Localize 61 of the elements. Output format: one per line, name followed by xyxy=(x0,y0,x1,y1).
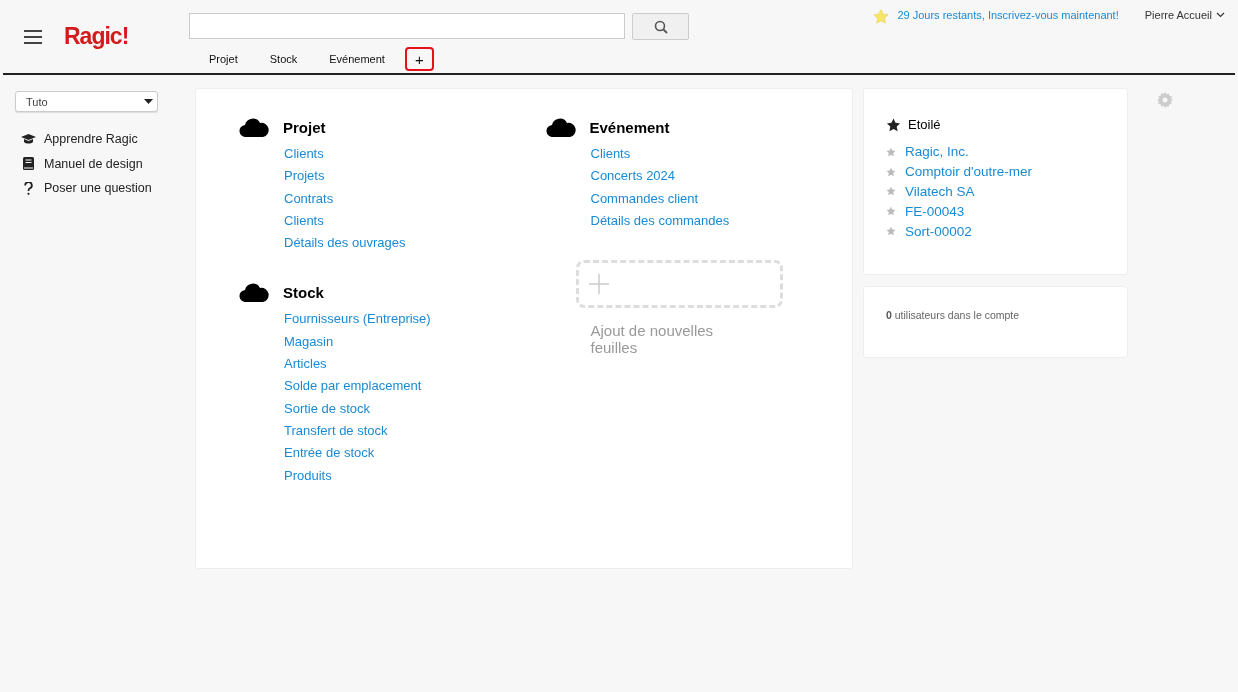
sheet-link[interactable]: Fournisseurs (Entreprise) xyxy=(284,308,546,331)
star-icon xyxy=(886,206,896,217)
users-count-text: 0 utilisateurs dans le compte xyxy=(886,309,1020,321)
cloud-icon xyxy=(239,117,269,137)
plus-icon xyxy=(588,274,609,295)
starred-link[interactable]: Vilatech SA xyxy=(905,184,975,199)
tab-title: Stock xyxy=(283,284,324,301)
star-icon xyxy=(886,117,901,132)
sheet-link[interactable]: Sortie de stock xyxy=(284,397,546,420)
sheet-link[interactable]: Articles xyxy=(284,353,546,376)
sheet-link[interactable]: Magasin xyxy=(284,330,546,354)
search-icon xyxy=(653,19,668,34)
sheet-link[interactable]: Détails des ouvrages xyxy=(284,232,546,255)
cloud-icon xyxy=(545,117,576,137)
sheet-link[interactable]: Contrats xyxy=(284,187,546,210)
caret-icon xyxy=(144,99,153,104)
sheet-link[interactable]: Entrée de stock xyxy=(284,442,546,465)
sheet-link[interactable]: Commandes client xyxy=(590,187,852,210)
sheet-link[interactable]: Transfert de stock xyxy=(284,419,546,443)
chevron-down-icon xyxy=(1216,12,1225,18)
sidebar-link[interactable]: Poser une question xyxy=(44,181,152,196)
user-menu[interactable]: Pierre Accueil xyxy=(1144,9,1225,21)
book-icon xyxy=(21,157,36,171)
tab[interactable]: Projet xyxy=(193,47,254,71)
sheet-link[interactable]: Concerts 2024 xyxy=(590,165,852,188)
starred-link[interactable]: Ragic, Inc. xyxy=(905,144,969,160)
sheet-link[interactable]: Détails des commandes xyxy=(590,209,852,233)
sidebar-link[interactable]: Manuel de design xyxy=(44,156,143,171)
star-icon xyxy=(873,9,890,24)
settings-icon[interactable] xyxy=(1157,92,1173,108)
search-field[interactable] xyxy=(189,13,625,39)
star-icon xyxy=(886,226,896,237)
tab[interactable]: Evénement xyxy=(313,47,401,71)
sheet-link[interactable]: Clients xyxy=(284,143,546,166)
starred-link[interactable]: Comptoir d'outre-mer xyxy=(905,164,1033,180)
trial-link[interactable]: 29 Jours restants, Inscrivez-vous maintenant! xyxy=(897,9,1119,21)
tab[interactable]: + xyxy=(404,47,434,71)
sidebar-link[interactable]: Apprendre Ragic xyxy=(44,132,138,147)
add-sheet-button[interactable] xyxy=(575,260,783,309)
sheet-link[interactable]: Projets xyxy=(284,165,546,188)
sheet-link[interactable]: Solde par emplacement xyxy=(284,375,546,398)
sheet-link[interactable]: Clients xyxy=(590,143,852,166)
graduation-cap-icon xyxy=(21,133,36,146)
tab[interactable]: Stock xyxy=(253,47,314,71)
star-icon xyxy=(886,146,896,157)
starred-title: Etoilé xyxy=(908,117,941,132)
question-mark-icon xyxy=(21,181,36,195)
dropdown[interactable]: Tuto xyxy=(15,91,158,112)
logo[interactable]: Ragic! xyxy=(64,23,129,50)
tab-title: Evénement xyxy=(589,118,670,136)
add-sheets-label: Ajout de nouvelles feuilles xyxy=(590,322,715,357)
sheet-link[interactable]: Produits xyxy=(284,464,546,487)
star-icon xyxy=(886,186,896,197)
menu-icon[interactable] xyxy=(24,29,42,44)
star-icon xyxy=(886,166,896,177)
starred-link[interactable]: Sort-00002 xyxy=(905,223,972,239)
tab-title: Projet xyxy=(283,118,326,136)
starred-link[interactable]: FE-00043 xyxy=(905,203,965,219)
cloud-icon xyxy=(239,282,269,303)
sheet-link[interactable]: Clients xyxy=(284,209,546,233)
search-button[interactable] xyxy=(632,13,689,40)
